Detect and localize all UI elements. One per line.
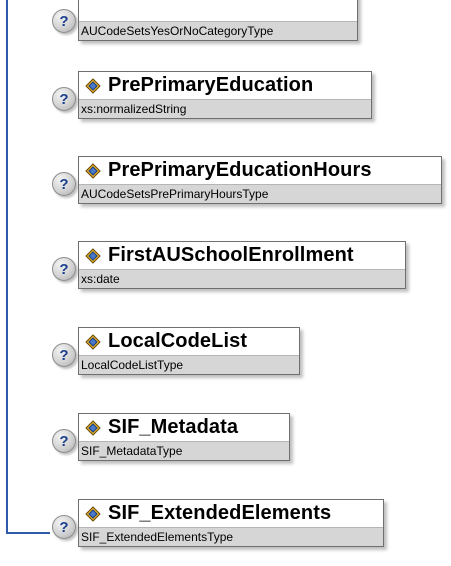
element-box[interactable]: FirstAUSchoolEnrollment xs:date <box>78 241 406 289</box>
element-box[interactable]: PrePrimaryEducationHours AUCodeSetsPrePr… <box>78 156 442 204</box>
tree-connector-vertical <box>6 0 8 534</box>
element-type: xs:date <box>79 269 405 288</box>
element-glyph-icon <box>85 505 101 522</box>
element-glyph-icon <box>85 247 101 264</box>
element-type: SIF_ExtendedElementsType <box>79 527 383 546</box>
element-box[interactable]: LocalCodeList LocalCodeListType <box>78 327 300 375</box>
element-type: AUCodeSetsPrePrimaryHoursType <box>79 184 441 203</box>
tree-connector-elbow <box>6 532 50 534</box>
element-name: PrePrimaryEducation <box>108 74 314 96</box>
element-box[interactable]: PrePrimaryEducation xs:normalizedString <box>78 71 372 119</box>
element-name: FirstAUSchoolEnrollment <box>108 244 354 266</box>
element-type: xs:normalizedString <box>79 99 371 118</box>
help-icon[interactable]: ? <box>52 343 76 367</box>
element-glyph-icon <box>85 77 101 94</box>
element-box[interactable]: AUCodeSetsYesOrNoCategoryType <box>78 0 358 41</box>
element-glyph-icon <box>85 419 101 436</box>
help-icon[interactable]: ? <box>52 172 76 196</box>
element-name: PrePrimaryEducationHours <box>108 159 372 181</box>
element-glyph-icon <box>85 333 101 350</box>
help-icon[interactable]: ? <box>52 9 76 33</box>
element-type: LocalCodeListType <box>79 355 299 374</box>
help-icon[interactable]: ? <box>52 87 76 111</box>
element-name: LocalCodeList <box>108 330 248 352</box>
element-name: SIF_Metadata <box>108 416 239 438</box>
element-type: SIF_MetadataType <box>79 441 289 460</box>
element-glyph-icon <box>85 162 101 179</box>
help-icon[interactable]: ? <box>52 515 76 539</box>
element-type: AUCodeSetsYesOrNoCategoryType <box>79 21 357 40</box>
help-icon[interactable]: ? <box>52 429 76 453</box>
element-name: SIF_ExtendedElements <box>108 502 332 524</box>
help-icon[interactable]: ? <box>52 257 76 281</box>
element-box[interactable]: SIF_Metadata SIF_MetadataType <box>78 413 290 461</box>
element-box[interactable]: SIF_ExtendedElements SIF_ExtendedElement… <box>78 499 384 547</box>
